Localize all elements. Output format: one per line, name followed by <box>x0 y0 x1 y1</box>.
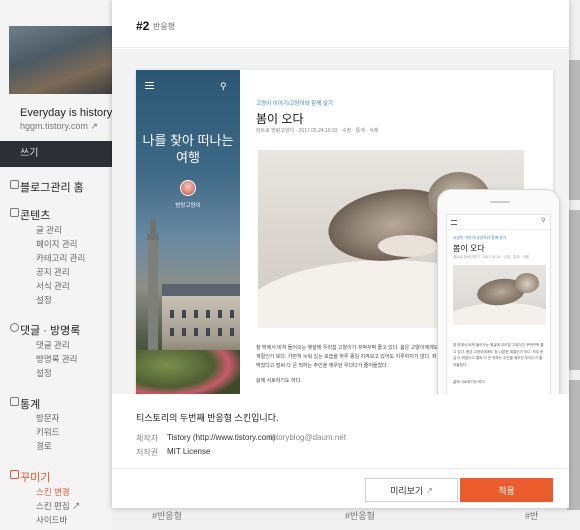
sidebar-item-comment-settings[interactable]: 설정 <box>36 367 52 379</box>
sidebar-item-skin-edit[interactable]: 스킨 편집 ↗ <box>36 500 81 512</box>
sidebar-item-skin-change[interactable]: 스킨 변경 <box>36 486 70 498</box>
sidebar-item-comment-manage[interactable]: 댓글 관리 <box>36 339 70 351</box>
building-window <box>206 328 210 336</box>
sidebar-section-comments[interactable]: 댓글 · 방명록 <box>20 322 80 338</box>
building-window <box>170 310 174 318</box>
divider <box>447 229 550 230</box>
building-window <box>218 328 222 336</box>
write-button[interactable]: 쓰기 <box>0 141 112 167</box>
sidebar-item-keywords[interactable]: 키워드 <box>36 426 59 438</box>
content-icon <box>10 208 19 217</box>
sidebar-section-customize[interactable]: 꾸미기 <box>20 469 50 485</box>
preview-profile-name: 방랑고양이 <box>175 203 201 209</box>
blog-thumbnail[interactable] <box>9 26 112 94</box>
sidebar-item-referrers[interactable]: 경로 <box>36 440 52 452</box>
license-label: 저작권 <box>136 448 159 457</box>
blog-title[interactable]: Everyday is history <box>20 107 112 119</box>
preview-post-title: 봄이 오다 <box>453 244 485 253</box>
maker-value: Tistory (http://www.tistory.com) <box>167 433 276 442</box>
menu-icon <box>451 220 457 225</box>
preview-button-label: 미리보기 <box>390 485 424 496</box>
preview-post-category: 고양이 이야기/고양이와 함께 살기 <box>453 236 507 240</box>
sidebar-item-sidebar[interactable]: 사이드바 <box>36 514 67 526</box>
preview-post-meta: 레트로 방랑고양이 · 2017.05.24 · 수정 · 통계 · 삭제 <box>453 255 530 259</box>
external-link-icon: ↗ <box>426 485 433 495</box>
background-skin-tag[interactable]: #반 <box>525 509 538 522</box>
blanket-image <box>453 303 546 325</box>
cat-head-image <box>515 273 539 293</box>
building-window <box>230 310 234 318</box>
preview-post-closing: 삶에 서로하기도 하다 <box>453 380 485 384</box>
statue-image <box>150 220 156 234</box>
skin-preview-area: ⚲ 나를 찾아 떠나는 여행 방랑고양이 고양이 이야기/고양이와 함께 살기 … <box>112 49 569 394</box>
home-icon <box>10 180 19 189</box>
sidebar-item-templates[interactable]: 서식 관리 <box>36 280 70 292</box>
external-link-icon: ↗ <box>90 121 98 131</box>
search-icon: ⚲ <box>541 218 546 224</box>
building-window <box>194 310 198 318</box>
preview-post-body: 창 밖에서 비쳐 들어오는 햇살에 우리집 고양이가 꾸벅꾸벅 졸고 있다. 봄… <box>256 345 460 369</box>
garden-image <box>136 350 240 394</box>
blog-url[interactable]: hggm.tistory.com ↗ <box>20 121 98 132</box>
skin-name: 반응형 <box>153 22 176 31</box>
sidebar-item-guestbook[interactable]: 방명록 관리 <box>36 353 77 365</box>
preview-post-closing: 삶에 서로하기도 하다. <box>256 378 302 384</box>
sidebar-item-posts[interactable]: 글 관리 <box>36 224 62 236</box>
background-skin-tag[interactable]: #반응형 <box>345 509 375 522</box>
modal-header: #2 반응형 <box>112 0 569 48</box>
menu-icon <box>145 82 154 89</box>
mobile-preview: ⚲ 고양이 이야기/고양이와 함께 살기 봄이 오다 레트로 방랑고양이 · 2… <box>437 189 560 394</box>
preview-post-body: 창 밖에서 비쳐 들어오는 햇살에 우리집 고양이가 꾸벅꾸벅 졸고 있다. 봄… <box>453 343 544 367</box>
skin-detail-modal: #2 반응형 ⚲ 나를 찾아 떠나는 여행 방랑고양이 고양이 이야기/고양이와… <box>112 0 569 508</box>
building-window <box>182 328 186 336</box>
sidebar-item-content-settings[interactable]: 설정 <box>36 294 52 306</box>
sidebar-item-categories[interactable]: 카테고리 관리 <box>36 252 85 264</box>
cat-paws-image <box>378 235 438 257</box>
skin-number: #2 <box>136 19 150 33</box>
maker-email: tistoryblog@daum.net <box>268 433 346 442</box>
building-window <box>182 310 186 318</box>
apply-button[interactable]: 적용 <box>460 478 553 502</box>
stats-icon <box>10 397 19 406</box>
preview-profile-avatar <box>180 180 196 196</box>
sidebar-section-stats[interactable]: 통계 <box>20 396 40 412</box>
sidebar-item-notices[interactable]: 공지 관리 <box>36 266 70 278</box>
building-window <box>218 310 222 318</box>
phone-speaker <box>490 201 510 203</box>
preview-post-image <box>453 265 546 325</box>
building-window <box>206 310 210 318</box>
preview-post-category: 고양이 이야기/고양이와 함께 살기 <box>256 101 333 107</box>
sidebar-item-admin-home[interactable]: 블로그관리 홈 <box>20 179 84 195</box>
preview-post-meta: 레트로 방랑고양이 · 2017.05.24 16:33 · 수정 · 통계 ·… <box>256 128 379 134</box>
palette-icon <box>10 470 19 479</box>
building-window <box>170 328 174 336</box>
license-value: MIT License <box>167 447 211 456</box>
preview-button[interactable]: 미리보기 ↗ <box>365 478 458 502</box>
building-window <box>230 328 234 336</box>
maker-label: 제작자 <box>136 434 159 443</box>
sidebar-section-content[interactable]: 콘텐츠 <box>20 207 50 223</box>
background-skin-tag[interactable]: #반응형 <box>152 509 182 522</box>
admin-sidebar: Everyday is history hggm.tistory.com ↗ 쓰… <box>0 0 112 530</box>
building-window <box>194 328 198 336</box>
external-link-icon: ↗ <box>72 501 81 511</box>
preview-post-title: 봄이 오다 <box>256 112 304 126</box>
sidebar-item-pages[interactable]: 페이지 관리 <box>36 238 77 250</box>
preview-blog-heading: 나를 찾아 떠나는 여행 <box>142 133 234 165</box>
skin-description: 티스토리의 두번째 반응형 스킨입니다. <box>136 413 279 423</box>
comment-icon <box>10 323 19 332</box>
sidebar-item-visitors[interactable]: 방문자 <box>36 412 59 424</box>
preview-blog-cover: ⚲ 나를 찾아 떠나는 여행 방랑고양이 <box>136 70 240 394</box>
mobile-preview-screen: ⚲ 고양이 이야기/고양이와 함께 살기 봄이 오다 레트로 방랑고양이 · 2… <box>446 214 551 394</box>
search-icon: ⚲ <box>220 81 227 91</box>
